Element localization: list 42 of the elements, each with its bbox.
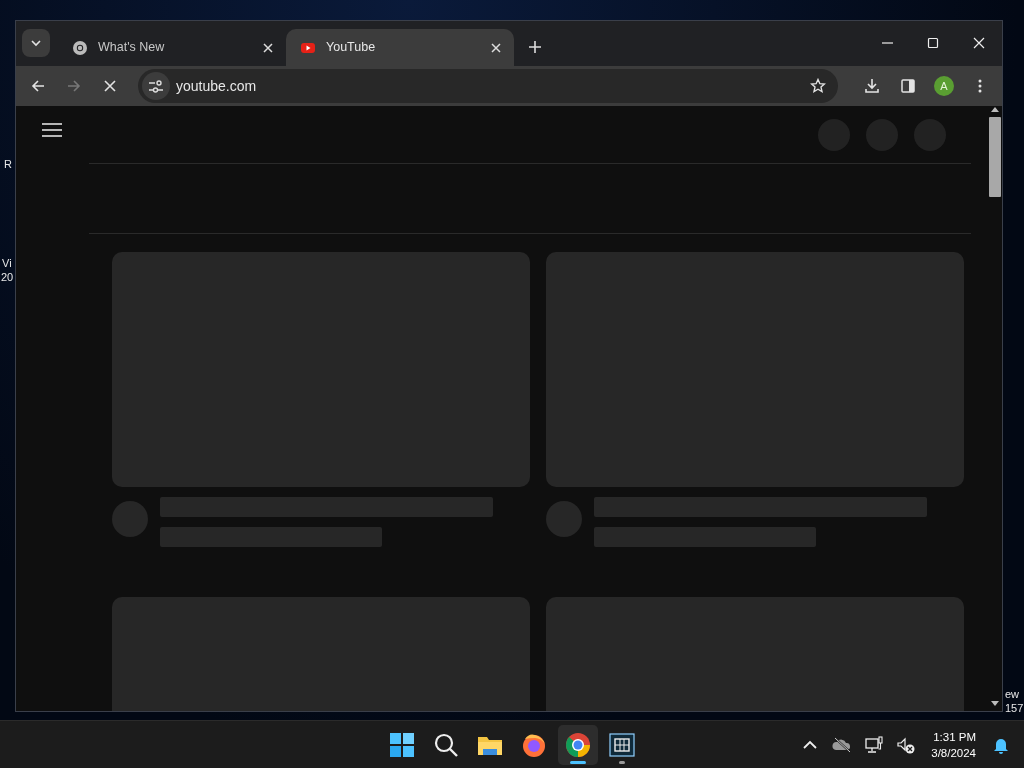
browser-tab[interactable]: YouTube: [286, 29, 514, 66]
desktop-icon-label: 157: [1005, 701, 1024, 715]
windows-logo-icon: [388, 731, 416, 759]
browser-logo-icon: [72, 39, 88, 56]
close-tab-button[interactable]: [262, 41, 274, 54]
scroll-down-icon[interactable]: [989, 700, 1000, 707]
browser-tab[interactable]: What's New: [58, 29, 286, 66]
search-icon: [432, 731, 460, 759]
menu-button[interactable]: [42, 122, 62, 138]
url-text: youtube.com: [176, 76, 258, 96]
menu-icon: [42, 122, 62, 138]
close-icon: [490, 41, 502, 54]
film-strip-icon: [608, 731, 636, 759]
desktop-icon-label: Vi: [2, 256, 12, 270]
desktop-icon-label: 20: [1, 270, 14, 284]
desktop-icon-label: R: [4, 157, 12, 171]
tab-list-button[interactable]: [22, 29, 50, 57]
chrome-logo-icon: [564, 731, 592, 759]
desktop-icon-label: ew: [1005, 687, 1020, 701]
avatar-placeholder: [546, 501, 582, 537]
back-arrow-icon: [30, 78, 46, 94]
site-info-button[interactable]: [142, 72, 170, 100]
close-icon: [262, 41, 274, 54]
download-icon: [864, 78, 880, 94]
plus-icon: [528, 40, 542, 54]
avatar-placeholder: [112, 501, 148, 537]
star-icon: [810, 78, 826, 94]
side-panel-icon: [900, 78, 916, 94]
speaker-muted-icon: [896, 735, 917, 755]
close-icon: [973, 37, 985, 49]
taskbar-app-button[interactable]: [558, 725, 598, 765]
close-icon: [102, 78, 118, 94]
forward-arrow-icon: [66, 78, 82, 94]
address-bar[interactable]: youtube.com: [138, 69, 838, 103]
maximize-icon: [927, 37, 939, 49]
clock-button[interactable]: 1:31 PM 3/8/2024: [931, 729, 976, 761]
close-tab-button[interactable]: [490, 41, 502, 54]
tune-icon: [148, 78, 164, 94]
chevron-down-icon: [29, 37, 43, 49]
scrollbar-thumb[interactable]: [988, 117, 1001, 197]
cloud-off-icon: [832, 735, 853, 755]
network-icon: [864, 735, 885, 755]
